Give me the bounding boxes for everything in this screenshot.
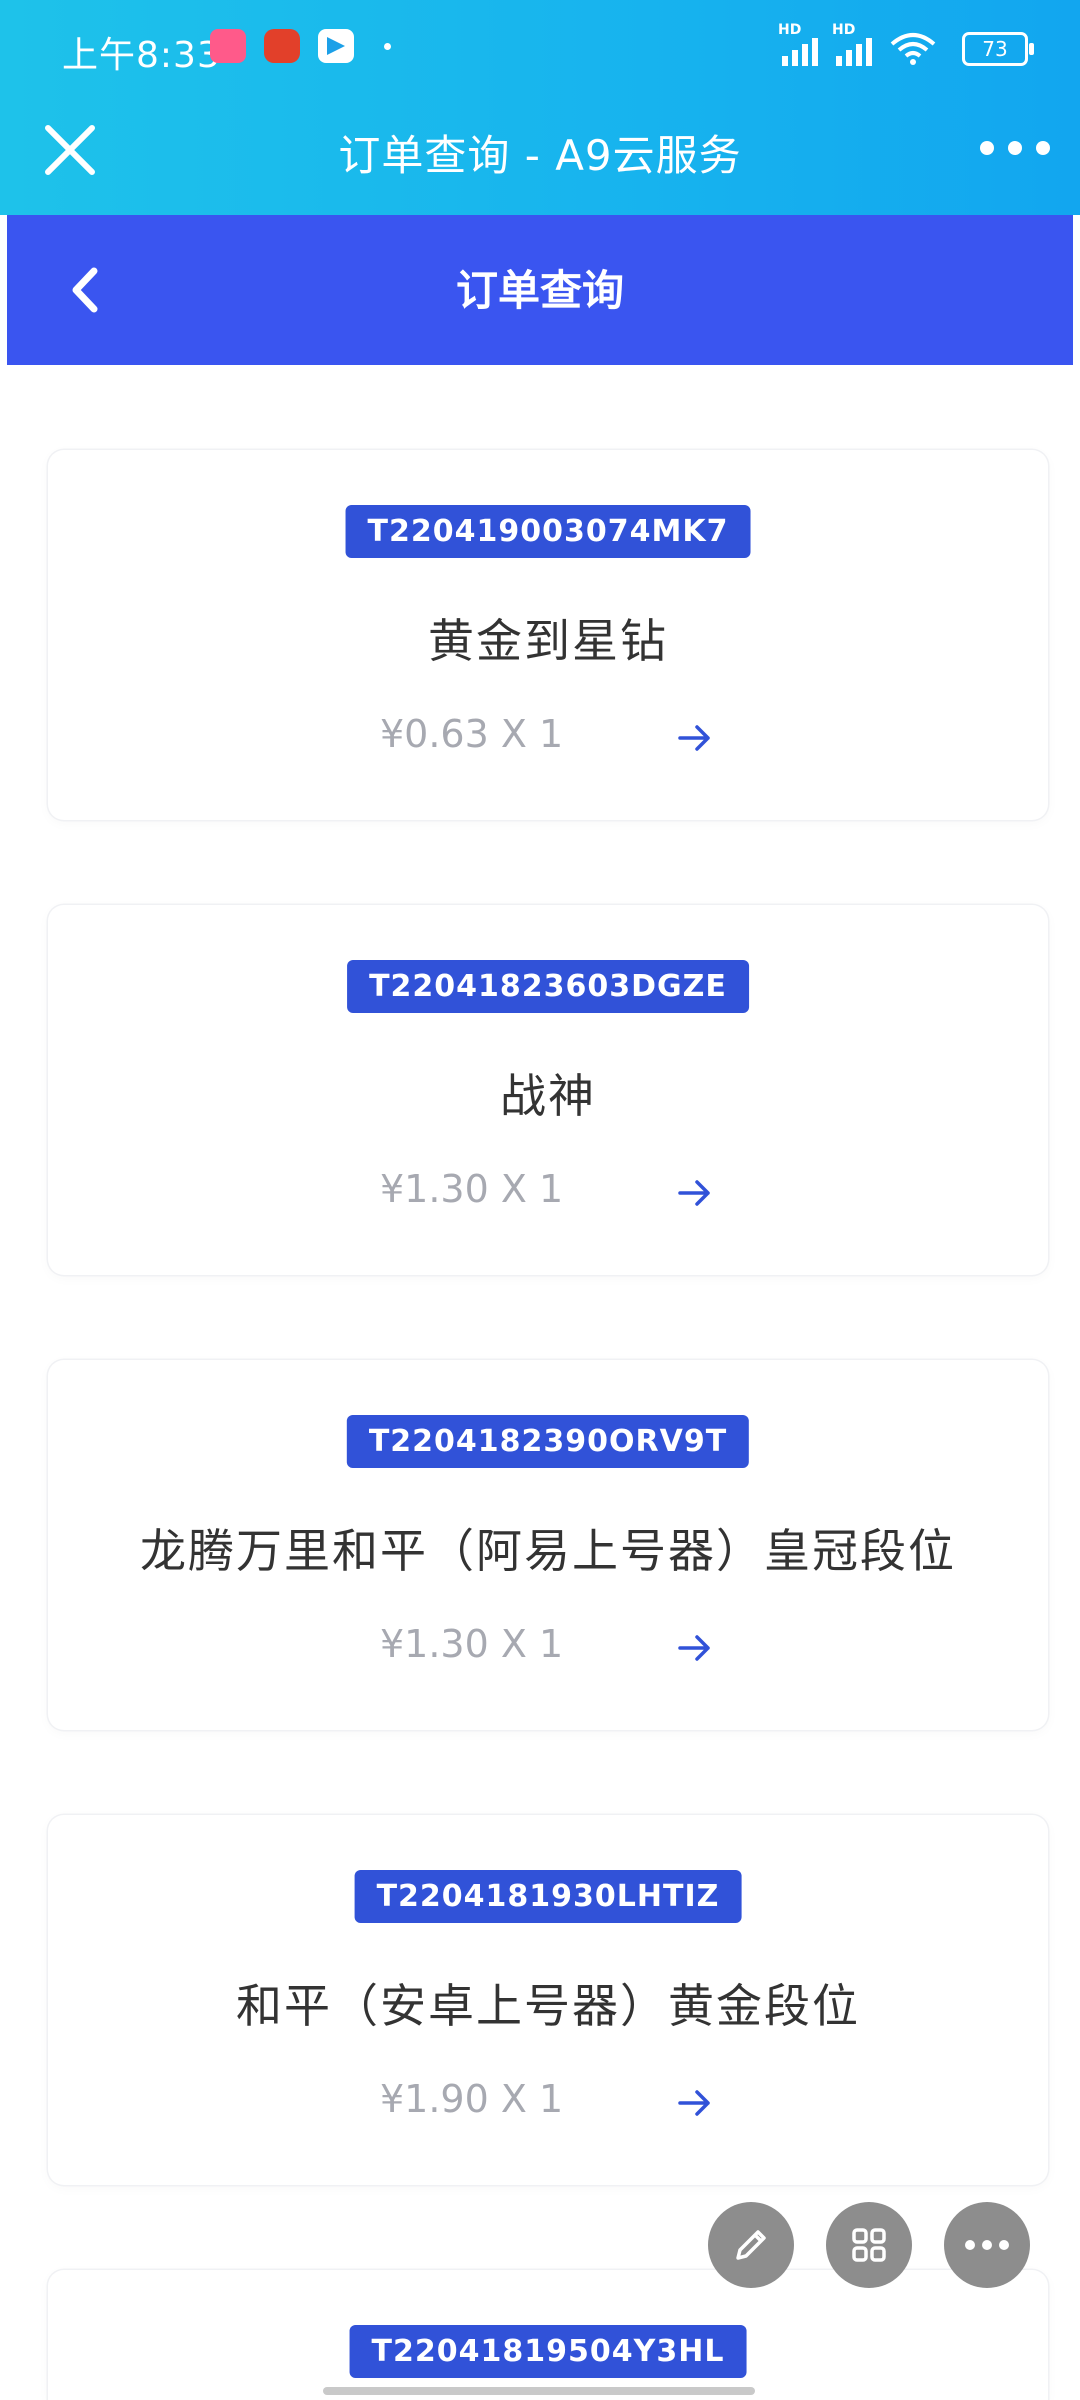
- telegram-icon: [318, 29, 354, 63]
- app-title: 订单查询 - A9云服务: [338, 131, 742, 180]
- order-card[interactable]: T220419003074MK7 黄金到星钻 ¥0.63 X 1: [48, 450, 1048, 820]
- product-name: 龙腾万里和平（阿易上号器）皇冠段位: [140, 1524, 956, 1578]
- page-header: 订单查询: [7, 215, 1073, 365]
- arrow-right-icon[interactable]: [675, 2083, 715, 2123]
- order-number-badge: T22041823603DGZE: [347, 960, 749, 1013]
- signal-icon: HD: [778, 22, 818, 66]
- app-bar: 订单查询 - A9云服务: [0, 100, 1080, 215]
- price-quantity: ¥1.30 X 1: [380, 1167, 564, 1211]
- status-bar: 上午8:33 HD HD 73: [0, 0, 1080, 100]
- battery-icon: 73: [962, 32, 1034, 66]
- app-notification-icon: [210, 29, 246, 63]
- more-dots-icon[interactable]: [944, 2202, 1030, 2288]
- system-icons: HD HD 73: [778, 22, 1034, 66]
- arrow-right-icon[interactable]: [675, 718, 715, 758]
- grid-icon[interactable]: [826, 2202, 912, 2288]
- home-indicator[interactable]: [323, 2387, 755, 2395]
- price-quantity: ¥1.30 X 1: [380, 1622, 564, 1666]
- app-notification-icon: [264, 29, 300, 63]
- page-title: 订单查询: [455, 266, 624, 315]
- status-time: 上午8:33: [62, 35, 221, 76]
- price-quantity: ¥0.63 X 1: [380, 712, 564, 756]
- product-name: 和平（安卓上号器）黄金段位: [236, 1979, 860, 2033]
- order-number-badge: T220419003074MK7: [345, 505, 751, 558]
- top-bar: 上午8:33 HD HD 73 订单查询 - A9云服务: [0, 0, 1080, 215]
- more-notifications-dot: [384, 42, 391, 50]
- order-card[interactable]: T22041823603DGZE 战神 ¥1.30 X 1: [48, 905, 1048, 1275]
- order-number-badge: T2204181930LHTIZ: [354, 1870, 742, 1923]
- wifi-icon: [890, 32, 936, 66]
- order-number-badge: T22041819504Y3HL: [349, 2325, 747, 2378]
- order-card[interactable]: T2204181930LHTIZ 和平（安卓上号器）黄金段位 ¥1.90 X 1: [48, 1815, 1048, 2185]
- signal-icon: HD: [832, 22, 872, 66]
- arrow-right-icon[interactable]: [675, 1173, 715, 1213]
- product-name: 战神: [500, 1069, 596, 1123]
- pencil-icon[interactable]: [708, 2202, 794, 2288]
- order-card[interactable]: T2204182390ORV9T 龙腾万里和平（阿易上号器）皇冠段位 ¥1.30…: [48, 1360, 1048, 1730]
- order-number-badge: T2204182390ORV9T: [346, 1415, 750, 1468]
- product-name: 黄金到星钻: [428, 614, 668, 668]
- arrow-right-icon[interactable]: [675, 1628, 715, 1668]
- order-card[interactable]: T22041819504Y3HL: [48, 2270, 1048, 2400]
- more-icon[interactable]: [980, 138, 1050, 158]
- price-quantity: ¥1.90 X 1: [380, 2077, 564, 2121]
- notification-icons: [210, 29, 391, 63]
